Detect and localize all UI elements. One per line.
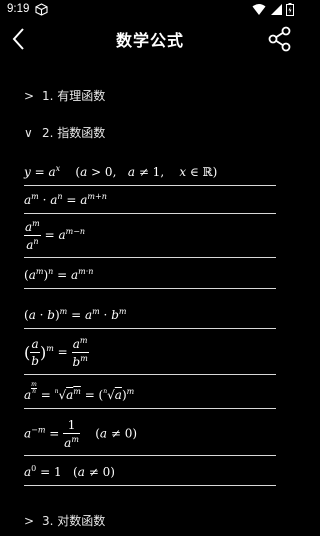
battery-icon	[286, 3, 294, 16]
section-rational-functions[interactable]: >1. 有理函数	[24, 87, 105, 107]
status-bar: 9:19	[0, 0, 300, 19]
formula-row: amn = n√am = (n√a)m	[24, 375, 276, 409]
cube-icon	[35, 3, 48, 16]
formula-row: (a b)m = am bm	[24, 329, 276, 375]
wifi-icon	[252, 4, 266, 15]
status-time: 9:19	[7, 3, 30, 15]
formula-row: am · an = am+n	[24, 186, 276, 214]
chevron-right-icon: >	[24, 514, 35, 528]
signal-icon	[270, 4, 282, 15]
section-label: 3. 对数函数	[42, 514, 106, 528]
app-bar: 数学公式	[0, 19, 300, 59]
formula-row: am an = am−n	[24, 214, 276, 258]
share-icon[interactable]	[266, 25, 294, 53]
formula-row: y = ax (a > 0, a ≠ 1, x ∈ ℝ)	[24, 155, 276, 186]
formula-row: (am)n = am·n	[24, 258, 276, 289]
status-icons	[252, 3, 294, 16]
formula-row: (a · b)m = am · bm	[24, 289, 276, 329]
chevron-down-icon: ∨	[24, 126, 33, 140]
section-label: 1. 有理函数	[42, 89, 106, 103]
formula-row: a−m = 1 am (a ≠ 0)	[24, 409, 276, 456]
section-label: 2. 指数函数	[42, 126, 106, 140]
section-exponential-functions[interactable]: ∨ 2. 指数函数	[24, 124, 105, 144]
formula-row: a0 = 1 (a ≠ 0)	[24, 456, 276, 486]
section-logarithmic-functions[interactable]: >3. 对数函数	[24, 512, 105, 532]
page-title: 数学公式	[115, 31, 184, 50]
chevron-right-icon: >	[24, 89, 35, 103]
